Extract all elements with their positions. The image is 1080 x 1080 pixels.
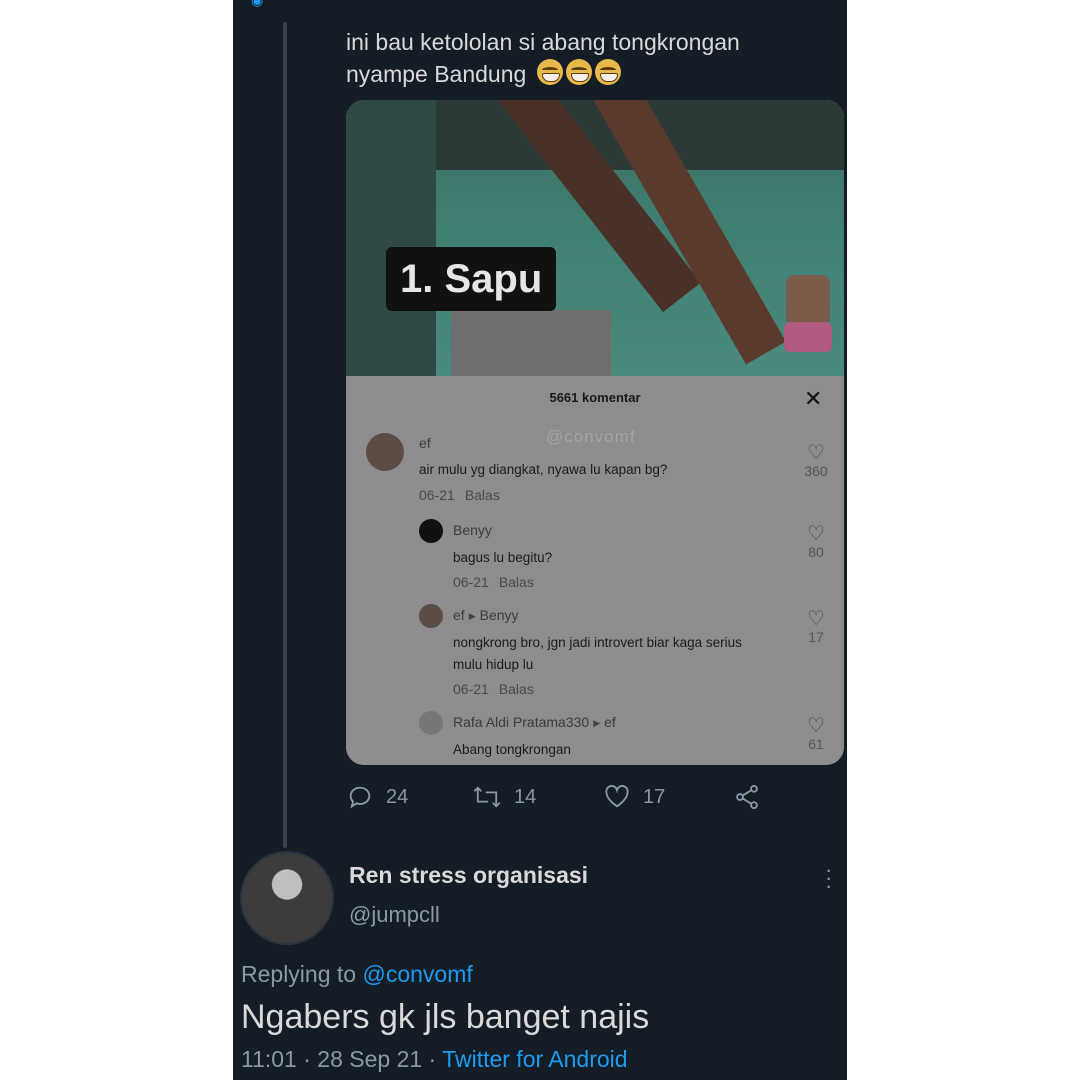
comment-meta: 06-21 Balas (453, 681, 534, 697)
share-button[interactable] (733, 783, 773, 811)
reply-timestamp-line: 11:01 · 28 Sep 21 · Twitter for Android (241, 1046, 628, 1073)
comment-text: air mulu yg diangkat, nyawa lu kapan bg? (419, 462, 668, 477)
comment-text: Abang tongkrongan (453, 742, 571, 757)
comment-date: 06-21 (419, 487, 455, 503)
comment-author-name: ef (453, 607, 465, 623)
comment-date: 06-21 (453, 574, 489, 590)
share-icon (736, 784, 758, 810)
comment-reply-target: ef (604, 714, 616, 730)
wall-shape (346, 100, 436, 376)
thread-connector-line (283, 22, 287, 848)
client-source-link[interactable]: Twitter for Android (442, 1046, 627, 1072)
replying-to-link[interactable]: @convomf (362, 961, 472, 987)
reply-icon (349, 786, 371, 809)
grimace-emoji-icon (594, 59, 621, 85)
commenter-avatar (419, 519, 443, 543)
comment-reply-target: Benyy (479, 607, 519, 623)
comment-like: ♡ 17 (796, 609, 836, 645)
reply-display-name[interactable]: Ren stress organisasi (349, 862, 588, 889)
avatar[interactable] (240, 851, 334, 945)
comment-reply-label: Balas (498, 681, 534, 697)
comment-reply-label: Balas (498, 574, 534, 590)
reply-text: Ngabers gk jls banget najis (241, 998, 650, 1036)
reply-arrow-icon: ▶ (468, 611, 476, 621)
heart-outline-icon: ♡ (807, 523, 825, 545)
like-count: 17 (643, 785, 666, 808)
reply-count: 24 (386, 785, 409, 808)
comment-author: Benyy (453, 522, 492, 538)
comment-like: ♡ 80 (796, 524, 836, 560)
commenter-avatar (419, 604, 443, 628)
emoji-group (536, 59, 624, 93)
reply-timestamp: 11:01 · 28 Sep 21 · (241, 1046, 443, 1072)
comment-text: bagus lu begitu? (453, 550, 553, 565)
video-caption: 1. Sapu (386, 247, 557, 311)
tweet-action-bar: 24 14 17 (346, 783, 786, 813)
commenter-avatar (366, 433, 404, 471)
like-button[interactable]: 17 (603, 783, 665, 811)
comment-meta: 06-21 Balas (453, 574, 534, 590)
tweet-media-image[interactable]: 1. Sapu 5661 komentar ✕ @convomf ef air … (346, 100, 844, 765)
more-options-icon[interactable]: · · · (825, 859, 832, 897)
comment-like-count: 360 (804, 463, 828, 479)
comment-author: Rafa Aldi Pratama330 ▶ ef (453, 714, 616, 730)
tweet-text: ini bau ketololan si abang tongkrongan n… (346, 26, 806, 93)
grimace-emoji-icon (565, 59, 592, 85)
partial-avatar-icon: ◉ (251, 0, 264, 8)
close-icon: ✕ (804, 386, 823, 411)
comment-like-count: 17 (808, 629, 824, 645)
heart-outline-icon: ♡ (807, 715, 825, 737)
comment-author: ef ▶ Benyy (453, 607, 519, 623)
pink-basket (784, 322, 832, 352)
comment-meta: 06-21 Balas (419, 487, 500, 503)
commenter-avatar (419, 711, 443, 735)
heart-icon (605, 785, 629, 808)
doorway-shape (451, 310, 611, 376)
watermark: @convomf (546, 427, 636, 446)
heart-outline-icon: ♡ (807, 442, 825, 464)
comments-count-header: 5661 komentar (549, 390, 641, 405)
reply-arrow-icon: ▶ (593, 718, 601, 728)
comment-date: 06-21 (453, 681, 489, 697)
retweet-count: 14 (514, 785, 537, 808)
shelf-object (786, 275, 830, 325)
comment-text: nongkrong bro, jgn jadi introvert biar k… (453, 635, 742, 672)
twitter-thread-screen: ◉ ini bau ketololan si abang tongkrongan… (233, 0, 847, 1080)
comment-reply-label: Balas (464, 487, 500, 503)
replying-to-line: Replying to @convomf (241, 961, 473, 988)
reply-button[interactable]: 24 (346, 783, 408, 811)
replying-prefix: Replying to (241, 961, 357, 987)
heart-outline-icon: ♡ (807, 608, 825, 630)
video-frame: 1. Sapu (346, 100, 844, 376)
reply-handle[interactable]: @jumpcll (349, 902, 440, 928)
comment-author-name: Rafa Aldi Pratama330 (453, 714, 590, 730)
comment-like-count: 61 (808, 736, 824, 752)
comment-like-count: 80 (808, 544, 824, 560)
comment-author: ef (419, 435, 431, 451)
comment-like: ♡ 360 (796, 443, 836, 479)
comments-panel: 5661 komentar ✕ @convomf ef air mulu yg … (346, 376, 844, 765)
retweet-icon (473, 786, 501, 808)
retweet-button[interactable]: 14 (472, 783, 536, 811)
comment-like: ♡ 61 (796, 716, 836, 752)
grimace-emoji-icon (536, 59, 563, 85)
